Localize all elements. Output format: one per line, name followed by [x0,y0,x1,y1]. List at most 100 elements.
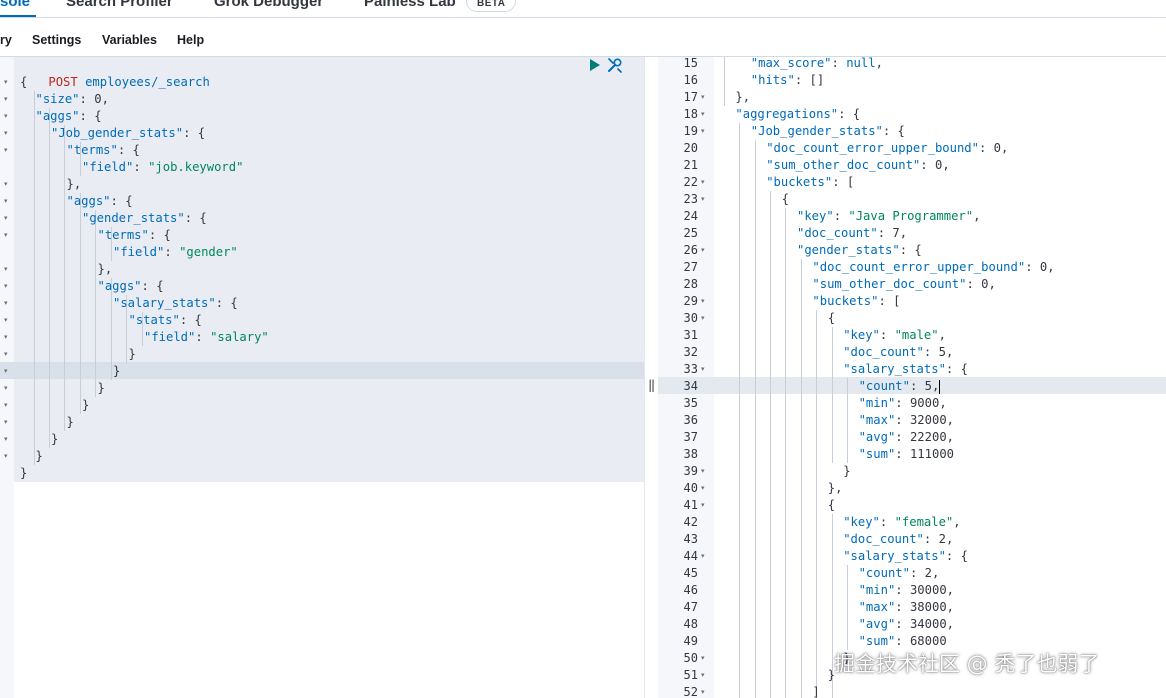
indent-guide [847,565,848,650]
play-icon[interactable] [590,59,600,71]
fold-toggle-icon[interactable]: ▾ [701,89,705,106]
fold-toggle-icon[interactable]: ▾ [4,295,8,312]
code-token: : { [838,107,861,121]
code-token: , [946,430,954,444]
indent-guide [770,191,771,698]
code-token: "count" [858,379,910,393]
fold-toggle-icon[interactable]: ▾ [4,431,8,448]
fold-toggle-icon[interactable]: ▾ [4,176,8,193]
code-line: "doc_count": 5, [843,344,953,361]
code-line: "size": 0, [36,91,109,108]
fold-toggle-icon[interactable]: ▾ [4,91,8,108]
code-line: ] [812,684,819,698]
code-token: "female" [894,515,954,529]
fold-toggle-icon[interactable]: ▾ [4,278,8,295]
fold-toggle-icon[interactable]: ▾ [4,210,8,227]
menu-variables[interactable]: Variables [102,33,157,47]
fold-toggle-icon[interactable]: ▾ [4,397,8,414]
fold-toggle-icon[interactable]: ▾ [4,380,8,397]
fold-toggle-icon[interactable]: ▾ [4,312,8,329]
code-line: "doc_count": 2, [843,531,953,548]
code-token: { [827,498,836,512]
fold-toggle-icon[interactable]: ▾ [701,650,705,667]
code-token: : { [945,549,968,563]
code-token: : { [148,228,171,242]
fold-toggle-icon[interactable]: ▾ [4,227,8,244]
fold-toggle-icon[interactable]: ▾ [4,193,8,210]
code-token: "sum" [858,634,896,648]
code-token: "Job_gender_stats" [750,124,883,138]
code-line: "terms": { [98,227,171,244]
tab-painless-lab[interactable]: Painless Lab [364,0,456,10]
fold-toggle-icon[interactable]: ▾ [701,480,705,497]
fold-toggle-icon[interactable]: ▾ [701,174,705,191]
wrench-icon[interactable] [606,56,624,74]
fold-toggle-icon[interactable]: ▾ [701,310,705,327]
line-number: 17 [683,90,698,104]
line-number: 18 [683,107,698,121]
code-token: } [20,466,28,480]
fold-toggle-icon[interactable]: ▾ [701,242,705,259]
menu-help[interactable]: Help [177,33,204,47]
code-line: "aggs": { [98,278,164,295]
fold-toggle-icon[interactable]: ▾ [4,108,8,125]
fold-toggle-icon[interactable]: ▾ [701,361,705,378]
fold-toggle-icon[interactable]: ▾ [4,125,8,142]
fold-toggle-icon[interactable]: ▾ [4,363,8,380]
fold-toggle-icon[interactable]: ▾ [4,346,8,363]
fold-toggle-icon[interactable]: ▾ [4,448,8,465]
code-token: } [66,415,74,429]
code-token: "terms" [97,228,149,242]
code-line: "gender_stats": { [797,242,922,259]
fold-toggle-icon[interactable]: ▾ [701,106,705,123]
fold-toggle-icon[interactable]: ▾ [4,261,8,278]
line-number: 24 [683,209,698,223]
code-token: } [113,364,121,378]
code-token: 0 [993,141,1002,155]
code-token: "aggregations" [735,107,839,121]
code-token: , [932,379,940,393]
tab-search-profiler[interactable]: Search Profiler [66,0,173,10]
fold-toggle-icon[interactable]: ▾ [701,123,705,140]
fold-toggle-icon[interactable]: ▾ [701,497,705,514]
menu-history[interactable]: ry [0,33,12,47]
fold-toggle-icon[interactable]: ▾ [4,414,8,431]
code-token: "key" [843,515,880,529]
code-line: "field": "gender" [113,244,238,261]
code-line: "key": "male", [843,327,946,344]
code-token: 34000 [909,617,947,631]
code-token: : [895,430,910,444]
line-number: 34 [683,379,698,393]
fold-toggle-icon[interactable]: ▾ [701,191,705,208]
tab-grok-debugger[interactable]: Grok Debugger [214,0,323,10]
fold-toggle-icon[interactable]: ▾ [4,74,8,91]
code-line: "key": "female", [843,514,960,531]
fold-toggle-icon[interactable]: ▾ [4,329,8,346]
fold-toggle-icon[interactable]: ▾ [701,463,705,480]
line-number: 49 [683,634,698,648]
code-token: : [831,57,847,70]
code-line: "aggs": { [67,193,133,210]
response-editor[interactable]: 15 16 17 ▾ 18 ▾ 19 ▾ 20 21 22 ▾ 23 ▾ 24 25 26 ▾ 27 28 29 ▾ 30 ▾… [658,57,1166,698]
code-token: "sum" [858,447,896,461]
code-token: : [895,617,910,631]
line-number: 38 [683,447,698,461]
code-token: : [1025,260,1040,274]
code-token: "buckets" [812,294,879,308]
line-number: 43 [683,532,698,546]
fold-toggle-icon[interactable]: ▾ [4,142,8,159]
fold-toggle-icon[interactable]: ▾ [701,548,705,565]
fold-toggle-icon[interactable]: ▾ [701,684,705,698]
indent-guide [49,108,50,448]
code-token: "field" [113,245,165,259]
code-token: , [942,158,950,172]
request-editor[interactable]: POST employees/_search {"size": 0, "aggs"… [0,57,644,698]
resize-grip-icon[interactable]: ‖ [648,378,655,392]
code-token: "gender" [179,245,238,259]
fold-toggle-icon[interactable]: ▾ [701,293,705,310]
indent-guide [739,123,740,698]
fold-toggle-icon[interactable]: ▾ [701,667,705,684]
menu-settings[interactable]: Settings [32,33,81,47]
tab-console[interactable]: sole [0,0,30,10]
code-token: , [101,92,109,106]
